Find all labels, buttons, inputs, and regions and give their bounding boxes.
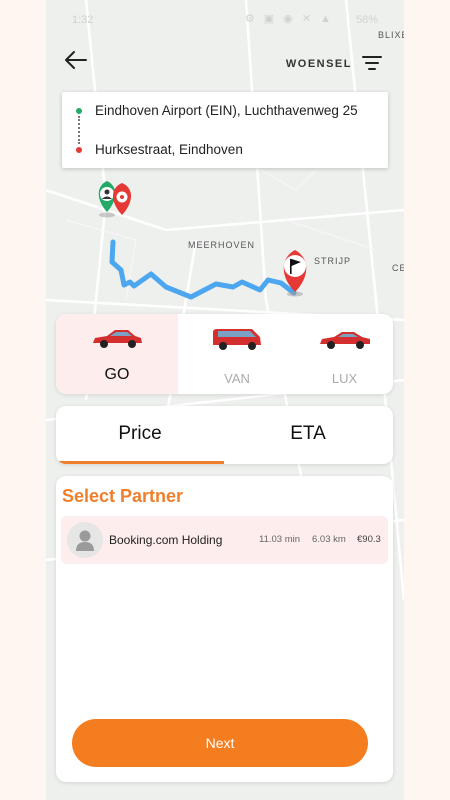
map-label-blixe: BLIXE bbox=[378, 30, 404, 40]
partner-eta: 11.03 min bbox=[259, 534, 301, 545]
filter-icon[interactable] bbox=[362, 54, 382, 72]
partner-name: Booking.com Holding bbox=[109, 533, 223, 547]
phone-screen: 1:32 ⚙ ▣ ◉ ✕ ▲ 58% WOENSEL Eindhoven Air… bbox=[46, 0, 404, 800]
next-button[interactable]: Next bbox=[72, 719, 368, 767]
sort-tabs: Price ETA bbox=[56, 406, 393, 464]
pickup-address[interactable]: Eindhoven Airport (EIN), Luchthavenweg 2… bbox=[95, 103, 358, 118]
dropoff-dot-icon bbox=[76, 147, 82, 153]
map-label-meerhoven: MEERHOVEN bbox=[188, 240, 256, 250]
vehicle-option-lux[interactable]: LUX bbox=[296, 314, 393, 394]
partner-distance: 6.03 km bbox=[312, 534, 346, 545]
avatar bbox=[67, 522, 103, 558]
select-partner-title: Select Partner bbox=[62, 486, 184, 506]
route-card[interactable]: Eindhoven Airport (EIN), Luchthavenweg 2… bbox=[62, 92, 388, 168]
arrow-left-icon[interactable] bbox=[62, 46, 90, 74]
vehicle-selector: GO VAN LUX bbox=[56, 314, 393, 394]
tab-eta[interactable]: ETA bbox=[224, 406, 392, 464]
van-icon bbox=[213, 329, 261, 350]
route-connector bbox=[78, 116, 80, 144]
dropoff-address[interactable]: Hurksestraat, Eindhoven bbox=[95, 142, 243, 157]
partner-sheet: Select Partner Booking.com Holding 11.03… bbox=[56, 476, 393, 782]
map-label-strijp: STRIJP bbox=[314, 256, 352, 266]
vehicle-label-van: VAN bbox=[224, 371, 250, 386]
status-bar: 1:32 ⚙ ▣ ◉ ✕ ▲ 58% bbox=[46, 8, 404, 32]
vehicle-option-go[interactable]: GO bbox=[56, 314, 178, 394]
tab-price[interactable]: Price bbox=[56, 406, 224, 464]
status-time: 1:32 bbox=[72, 14, 94, 26]
status-icons: ⚙ ▣ ◉ ✕ ▲ bbox=[244, 13, 334, 25]
area-label: WOENSEL bbox=[285, 58, 352, 70]
partner-row[interactable]: Booking.com Holding 11.03 min 6.03 km €9… bbox=[61, 516, 388, 564]
battery-level: 58% bbox=[355, 14, 378, 26]
map-label-ce: CE bbox=[392, 263, 404, 273]
user-icon bbox=[76, 530, 94, 551]
luxury-car-icon bbox=[319, 332, 370, 349]
sedan-icon bbox=[93, 330, 142, 348]
partner-price: €90.3 bbox=[357, 534, 381, 545]
vehicle-label-go: GO bbox=[104, 366, 130, 383]
vehicle-label-lux: LUX bbox=[331, 371, 358, 386]
vehicle-option-van[interactable]: VAN bbox=[178, 314, 296, 394]
pickup-dot-icon bbox=[76, 108, 82, 114]
